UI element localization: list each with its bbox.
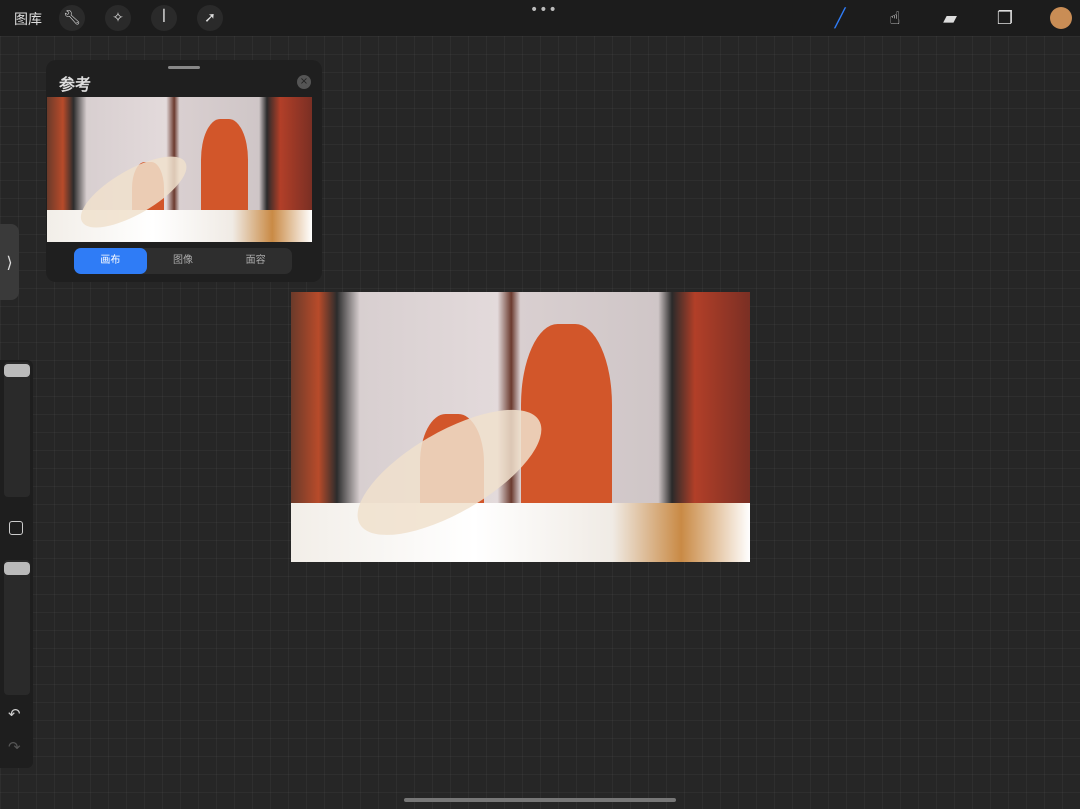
sidebar-toggle[interactable]: ⟩ — [0, 224, 19, 300]
canvas-artwork[interactable] — [291, 292, 750, 562]
drag-handle[interactable] — [168, 66, 200, 69]
selection-icon[interactable]: ꟾ — [151, 5, 177, 31]
layers-icon[interactable]: ❐ — [993, 6, 1017, 30]
reference-title: 参考 — [59, 75, 92, 94]
reference-image — [47, 97, 312, 242]
more-icon[interactable]: ••• — [530, 2, 558, 18]
undo-icon[interactable]: ↶ — [8, 705, 21, 723]
magic-wand-icon[interactable]: ✧ — [105, 5, 131, 31]
tab-canvas[interactable]: 画布 — [74, 248, 147, 274]
close-icon[interactable]: × — [297, 75, 311, 89]
reference-mode-tabs: 画布 图像 面容 — [74, 248, 292, 274]
brush-icon[interactable]: ╱ — [828, 6, 852, 30]
tab-face[interactable]: 面容 — [219, 248, 292, 274]
opacity-slider[interactable] — [4, 560, 30, 695]
home-indicator — [404, 798, 676, 802]
color-picker[interactable] — [1050, 7, 1072, 29]
redo-icon[interactable]: ↷ — [8, 738, 21, 756]
smudge-icon[interactable]: ☝ — [883, 6, 907, 30]
eraser-icon[interactable]: ▰ — [938, 6, 962, 30]
gallery-button[interactable]: 图库 — [14, 9, 42, 29]
modify-button[interactable] — [9, 521, 23, 535]
transform-arrow-icon[interactable]: ➚ — [197, 5, 223, 31]
tab-image[interactable]: 图像 — [147, 248, 220, 274]
reference-panel: 参考 × 画布 图像 面容 — [46, 60, 322, 282]
slider-knob[interactable] — [4, 562, 30, 575]
top-toolbar: 图库 🔧︎ ✧ ꟾ ➚ ••• ╱ ☝ ▰ ❐ — [0, 0, 1080, 36]
brush-size-slider[interactable] — [4, 362, 30, 497]
slider-knob[interactable] — [4, 364, 30, 377]
sidebar: ↶ ↷ — [0, 360, 33, 768]
wrench-icon[interactable]: 🔧︎ — [59, 5, 85, 31]
